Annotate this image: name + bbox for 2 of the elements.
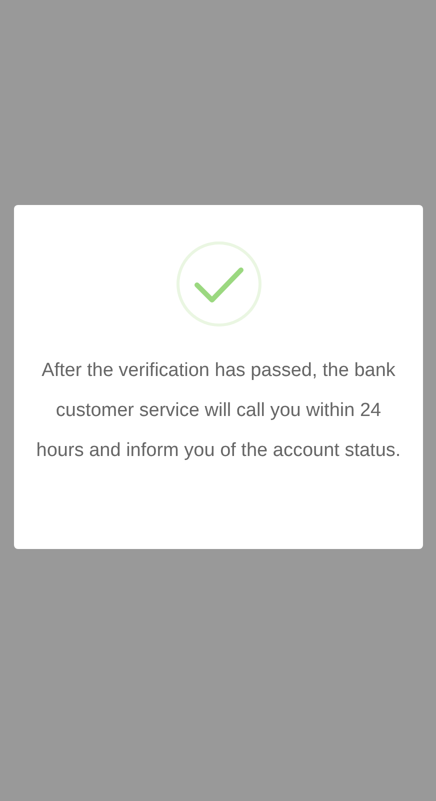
dialog-message: After the verification has passed, the bank customer service will call you within 24 hours and inform you of the account status.: [35, 359, 402, 463]
checkmark-icon: [176, 241, 262, 327]
